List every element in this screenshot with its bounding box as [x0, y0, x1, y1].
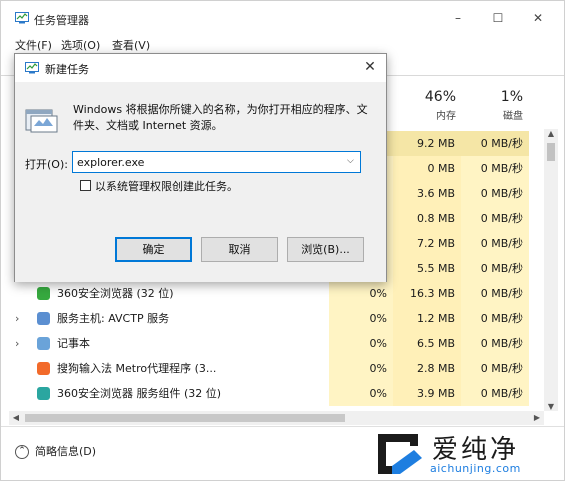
fewer-details-button[interactable]: ⌃ 简略信息(D)	[15, 443, 96, 459]
memory-cell: 7.2 MB	[393, 231, 461, 256]
memory-column-header[interactable]: 46% 内存	[401, 89, 456, 122]
service-host-icon	[37, 312, 50, 325]
process-name-cell: › 记事本	[9, 331, 299, 356]
chevron-up-icon: ⌃	[15, 445, 29, 459]
dialog-body: Windows 将根据你所键入的名称，为你打开相应的程序、文件夹、文档或 Int…	[15, 82, 386, 282]
table-row[interactable]: 搜狗输入法 Metro代理程序 (3... 0% 2.8 MB 0 MB/秒	[9, 356, 544, 381]
process-name: 记事本	[57, 337, 90, 350]
cpu-cell: 0%	[329, 381, 393, 406]
dialog-close-icon[interactable]: ✕	[362, 59, 378, 75]
disk-cell: 0 MB/秒	[461, 256, 529, 281]
scroll-down-icon[interactable]: ▼	[544, 402, 558, 411]
process-name-cell: › 服务主机: AVCTP 服务	[9, 306, 299, 331]
notepad-icon	[37, 337, 50, 350]
new-task-dialog: 新建任务 ✕ Windows 将根据你所键入的名称，为你打开相应的程序、文件夹、…	[14, 53, 387, 282]
horizontal-scroll-thumb[interactable]	[25, 414, 345, 422]
cpu-cell: 0%	[329, 331, 393, 356]
expand-chevron-icon[interactable]: ›	[15, 331, 19, 356]
dialog-description: Windows 将根据你所键入的名称，为你打开相应的程序、文件夹、文档或 Int…	[73, 103, 368, 132]
disk-percent: 1%	[500, 89, 523, 105]
task-manager-icon	[25, 62, 39, 74]
expand-chevron-icon[interactable]: ›	[15, 306, 19, 331]
maximize-button[interactable]: ☐	[490, 10, 506, 26]
memory-label: 内存	[436, 111, 456, 122]
disk-cell: 0 MB/秒	[461, 356, 529, 381]
memory-cell: 3.6 MB	[393, 181, 461, 206]
process-name-cell: 360安全浏览器 服务组件 (32 位)	[9, 381, 299, 406]
scroll-up-icon[interactable]: ▲	[544, 129, 558, 138]
admin-checkbox-label[interactable]: 以系统管理权限创建此任务。	[95, 178, 238, 194]
process-name: 搜狗输入法 Metro代理程序 (3...	[57, 362, 217, 375]
process-name: 360安全浏览器 服务组件 (32 位)	[57, 387, 222, 400]
memory-cell: 2.8 MB	[393, 356, 461, 381]
browser-360-icon	[37, 287, 50, 300]
disk-label: 磁盘	[503, 111, 523, 122]
chevron-down-icon[interactable]: ⌵	[347, 156, 354, 166]
memory-cell: 0 MB	[393, 156, 461, 181]
dialog-title: 新建任务	[45, 63, 89, 76]
table-row[interactable]: › 服务主机: AVCTP 服务 0% 1.2 MB 0 MB/秒	[9, 306, 544, 331]
watermark-text: 爱纯净	[432, 435, 520, 465]
process-name-cell: 搜狗输入法 Metro代理程序 (3...	[9, 356, 299, 381]
disk-cell: 0 MB/秒	[461, 381, 529, 406]
process-name: 360安全浏览器 (32 位)	[57, 287, 174, 300]
watermark-logo	[378, 434, 422, 474]
cpu-cell: 0%	[329, 281, 393, 306]
browse-button[interactable]: 浏览(B)...	[287, 237, 364, 262]
scroll-left-icon[interactable]: ◀	[9, 413, 23, 422]
cpu-cell: 0%	[329, 356, 393, 381]
disk-cell: 0 MB/秒	[461, 331, 529, 356]
memory-percent: 46%	[424, 89, 456, 105]
disk-cell: 0 MB/秒	[461, 156, 529, 181]
table-row[interactable]: › 记事本 0% 6.5 MB 0 MB/秒	[9, 331, 544, 356]
disk-column-header[interactable]: 1% 磁盘	[471, 89, 523, 122]
open-label: 打开(O):	[25, 158, 68, 171]
vertical-scrollbar[interactable]: ▲ ▼	[544, 129, 558, 411]
table-row[interactable]: 360安全浏览器 服务组件 (32 位) 0% 3.9 MB 0 MB/秒	[9, 381, 544, 406]
dialog-title-bar: 新建任务 ✕	[15, 54, 386, 82]
memory-cell: 6.5 MB	[393, 331, 461, 356]
process-name: 服务主机: AVCTP 服务	[57, 312, 170, 325]
run-dialog-icon	[25, 109, 58, 133]
ok-button[interactable]: 确定	[115, 237, 192, 262]
disk-cell: 0 MB/秒	[461, 131, 529, 156]
disk-cell: 0 MB/秒	[461, 306, 529, 331]
sogou-icon	[37, 362, 50, 375]
title-bar: 任务管理器 – ☐ ✕	[1, 1, 564, 33]
minimize-button[interactable]: –	[450, 10, 466, 26]
memory-cell: 1.2 MB	[393, 306, 461, 331]
fewer-details-label: 简略信息(D)	[35, 445, 97, 458]
watermark-url: aichunjing.com	[430, 462, 521, 475]
menu-view[interactable]: 查看(V)	[112, 37, 150, 53]
menu-options[interactable]: 选项(O)	[61, 37, 100, 53]
memory-cell: 0.8 MB	[393, 206, 461, 231]
browser-360-service-icon	[37, 387, 50, 400]
open-input[interactable]	[72, 151, 361, 173]
disk-cell: 0 MB/秒	[461, 206, 529, 231]
memory-cell: 3.9 MB	[393, 381, 461, 406]
disk-cell: 0 MB/秒	[461, 231, 529, 256]
task-manager-icon	[15, 12, 29, 24]
vertical-scroll-thumb[interactable]	[547, 143, 555, 161]
table-row[interactable]: 360安全浏览器 (32 位) 0% 16.3 MB 0 MB/秒	[9, 281, 544, 306]
admin-checkbox[interactable]	[80, 180, 91, 191]
menu-file[interactable]: 文件(F)	[15, 37, 52, 53]
scroll-right-icon[interactable]: ▶	[530, 413, 544, 422]
process-name-cell: 360安全浏览器 (32 位)	[9, 281, 299, 306]
disk-cell: 0 MB/秒	[461, 181, 529, 206]
watermark: 爱纯净 aichunjing.com	[366, 426, 565, 481]
menu-bar: 文件(F) 选项(O) 查看(V)	[1, 34, 564, 54]
memory-cell: 16.3 MB	[393, 281, 461, 306]
memory-cell: 5.5 MB	[393, 256, 461, 281]
window-title: 任务管理器	[34, 14, 89, 27]
close-button[interactable]: ✕	[530, 10, 546, 26]
cancel-button[interactable]: 取消	[201, 237, 278, 262]
cpu-cell: 0%	[329, 306, 393, 331]
horizontal-scrollbar[interactable]: ◀ ▶	[9, 411, 544, 425]
memory-cell: 9.2 MB	[393, 131, 461, 156]
disk-cell: 0 MB/秒	[461, 281, 529, 306]
